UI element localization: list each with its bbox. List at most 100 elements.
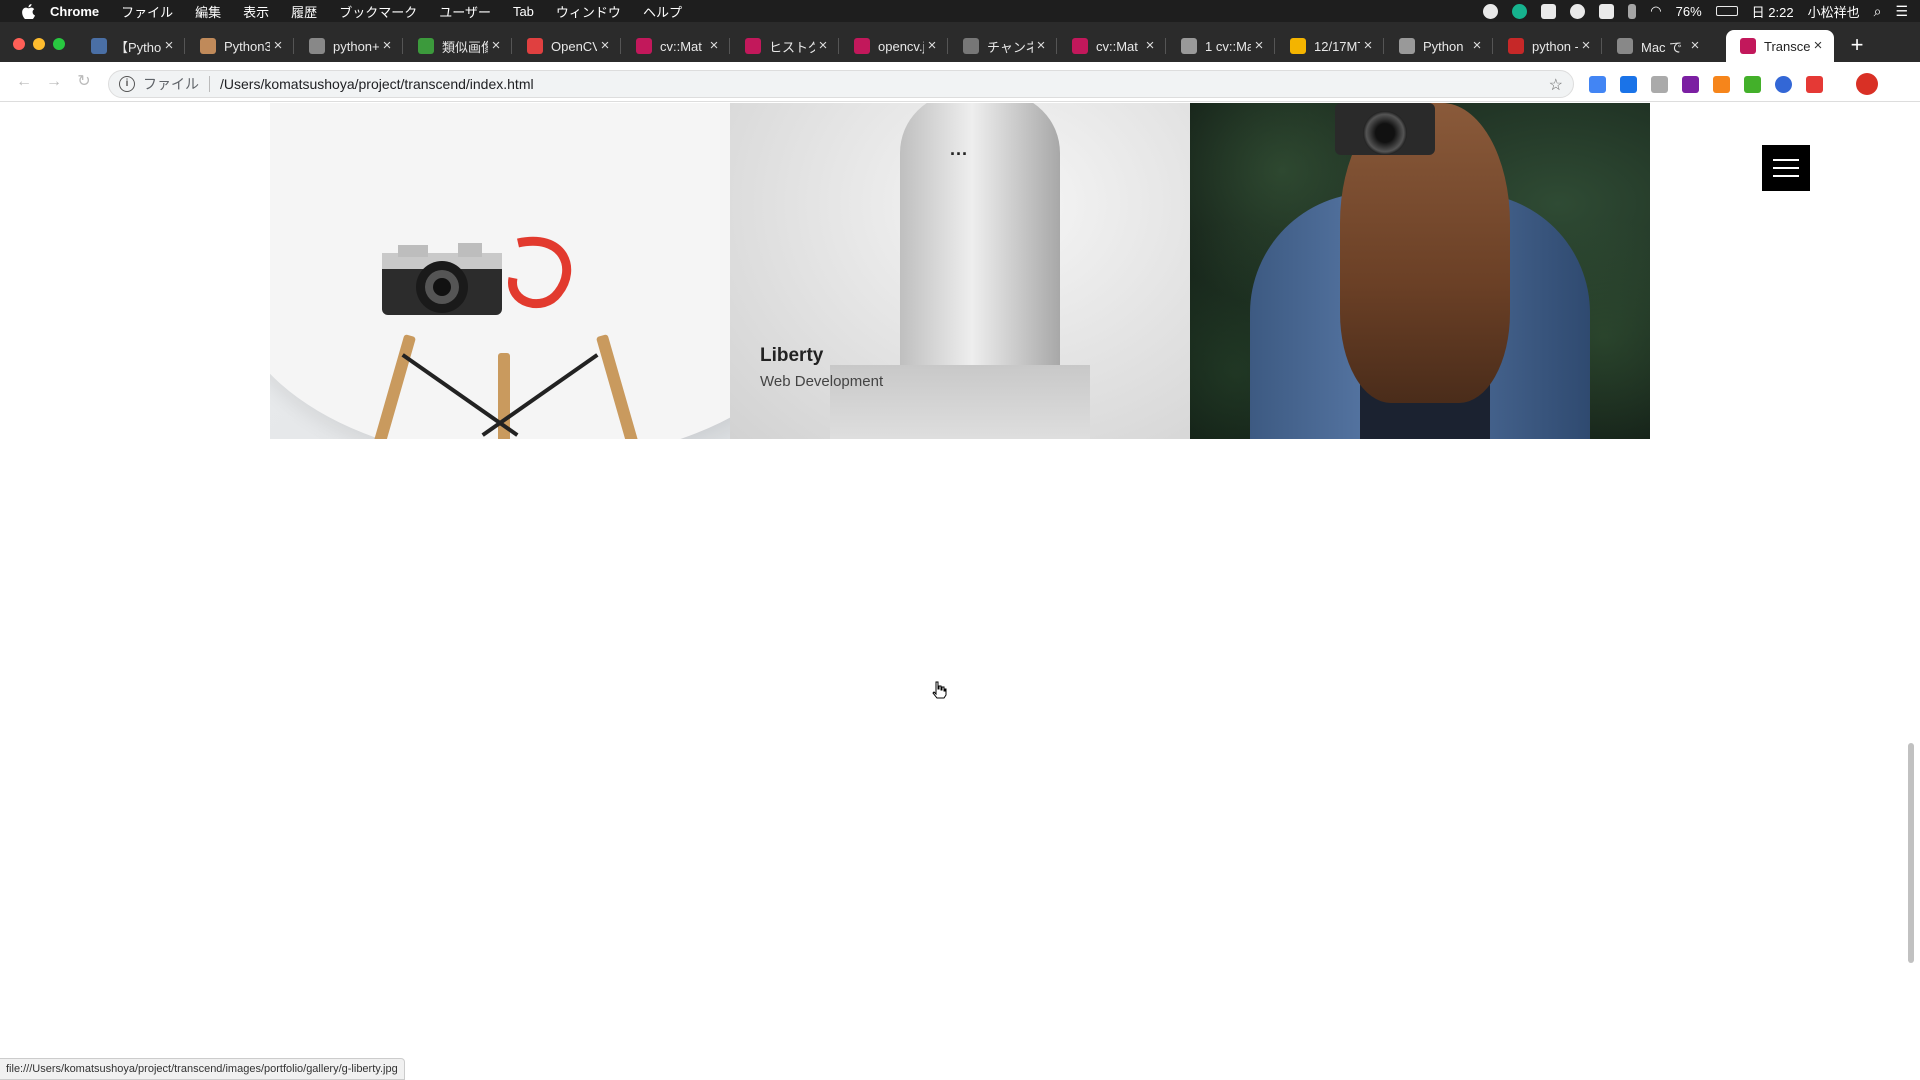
tab-title: 類似画像 [442,39,488,55]
bluetooth-icon[interactable] [1628,3,1637,19]
page-scrollbar[interactable] [1908,743,1914,963]
docs-icon[interactable] [1599,3,1615,19]
tab-title: ヒストグ [769,39,815,55]
notification-center-icon[interactable]: ☰ [1895,3,1908,20]
extension-icon[interactable] [1682,76,1699,93]
back-arrow-icon[interactable]: ← [14,72,34,92]
spotlight-search-icon[interactable]: ⌕ [1874,3,1882,20]
close-tab-icon[interactable]: × [1033,38,1049,54]
close-tab-icon[interactable]: × [597,38,613,54]
tab-python-1[interactable]: 【Pytho × [77,30,185,62]
cloud-icon[interactable] [1570,3,1586,19]
tab-similar-images[interactable]: 類似画像 × [404,30,512,62]
minimize-window-button[interactable] [33,38,45,50]
favicon-icon [527,38,543,54]
tab-python3[interactable]: Python3 × [186,30,294,62]
tab-separator [1165,38,1166,54]
tab-python-3[interactable]: python - × [1494,30,1602,62]
close-tab-icon[interactable]: × [1469,38,1485,54]
extension-icon[interactable] [1651,76,1668,93]
menu-window[interactable]: ウィンドウ [556,2,621,21]
close-tab-icon[interactable]: × [379,38,395,54]
gallery-item-chair-camera[interactable] [270,103,730,439]
metamask-extension-icon[interactable] [1713,76,1730,93]
portfolio-gallery: ... Liberty Web Development [270,103,1650,439]
grammarly-icon[interactable] [1512,3,1528,19]
close-tab-icon[interactable]: × [1687,38,1703,54]
profile-avatar[interactable] [1856,73,1878,95]
translate-extension-icon[interactable] [1589,76,1606,93]
close-tab-icon[interactable]: × [161,38,177,54]
menu-view[interactable]: 表示 [243,2,269,21]
menubar-user[interactable]: 小松祥也 [1808,2,1860,21]
tab-separator [402,38,403,54]
menu-app-name[interactable]: Chrome [50,4,99,19]
menu-edit[interactable]: 編集 [195,2,221,21]
evernote-icon[interactable] [1541,3,1557,19]
tab-cv-mat-2[interactable]: cv::Mat × [1058,30,1166,62]
tab-opencv[interactable]: OpenCV × [513,30,621,62]
url-text[interactable]: /Users/komatsushoya/project/transcend/in… [220,76,534,92]
extension-icon[interactable] [1775,76,1792,93]
close-tab-icon[interactable]: × [815,38,831,54]
macos-menubar: Chrome ファイル 編集 表示 履歴 ブックマーク ユーザー Tab ウィン… [0,0,1920,22]
close-tab-icon[interactable]: × [1142,38,1158,54]
tab-separator [1492,38,1493,54]
record-icon[interactable] [1483,3,1499,19]
youtube-extension-icon[interactable] [1806,76,1823,93]
menu-users[interactable]: ユーザー [439,2,491,21]
menu-file[interactable]: ファイル [121,2,173,21]
close-tab-icon[interactable]: × [1251,38,1267,54]
close-tab-icon[interactable]: × [1578,38,1594,54]
tab-channel[interactable]: チャンネ × [949,30,1057,62]
battery-icon[interactable] [1715,6,1738,16]
tab-title: Python3 [224,38,270,54]
menu-history[interactable]: 履歴 [291,2,317,21]
tab-python-2[interactable]: Python × [1385,30,1493,62]
close-tab-icon[interactable]: × [488,38,504,54]
tab-transcend-active[interactable]: Transce × [1726,30,1834,62]
hamburger-line [1773,159,1799,161]
address-bar[interactable]: i ファイル /Users/komatsushoya/project/trans… [108,70,1574,98]
new-tab-icon[interactable]: + [1846,34,1868,56]
info-icon[interactable]: i [119,76,135,92]
tab-title: cv::Mat [1096,38,1138,54]
selenium-extension-icon[interactable] [1744,76,1761,93]
tab-histogram[interactable]: ヒストグ × [731,30,839,62]
forward-arrow-icon[interactable]: → [44,72,64,92]
gallery-item-liberty[interactable]: ... Liberty Web Development [730,103,1190,439]
menu-hamburger-button[interactable] [1762,145,1810,191]
reload-icon[interactable]: ↻ [74,72,94,92]
bookmark-star-icon[interactable]: ☆ [1549,75,1563,95]
close-tab-icon[interactable]: × [706,38,722,54]
tab-title: 1 cv::Ma [1205,38,1251,54]
tab-cv-mat-1[interactable]: cv::Mat × [622,30,730,62]
apple-icon[interactable] [20,3,36,19]
menubar-clock[interactable]: 日 2:22 [1752,2,1794,21]
gallery-item-title[interactable]: Liberty [760,345,883,367]
tab-separator [729,38,730,54]
more-dots-icon[interactable]: ... [950,139,968,160]
tab-mac[interactable]: Mac で × [1603,30,1711,62]
menu-tab[interactable]: Tab [513,4,534,19]
close-tab-icon[interactable]: × [1810,38,1826,54]
hamburger-line [1773,175,1799,177]
zoom-window-button[interactable] [53,38,65,50]
browser-toolbar: ← → ↻ i ファイル /Users/komatsushoya/project… [0,62,1920,102]
tab-separator [293,38,294,54]
tab-strip: 【Pytho × Python3 × python+ × 類似画像 × Open… [0,22,1920,62]
tab-python-plus[interactable]: python+ × [295,30,403,62]
gallery-item-woman-camera[interactable] [1190,103,1650,439]
close-tab-icon[interactable]: × [1360,38,1376,54]
menu-bookmarks[interactable]: ブックマーク [339,2,417,21]
menu-help[interactable]: ヘルプ [643,2,682,21]
tab-12-17mt[interactable]: 12/17MT × [1276,30,1384,62]
tab-opencv-js[interactable]: opencv.j × [840,30,948,62]
tab-cv-mat-3[interactable]: 1 cv::Ma × [1167,30,1275,62]
wifi-icon[interactable]: ◠ [1650,3,1661,19]
dictionary-extension-icon[interactable] [1620,76,1637,93]
close-tab-icon[interactable]: × [924,38,940,54]
tab-separator [1383,38,1384,54]
close-window-button[interactable] [13,38,25,50]
close-tab-icon[interactable]: × [270,38,286,54]
